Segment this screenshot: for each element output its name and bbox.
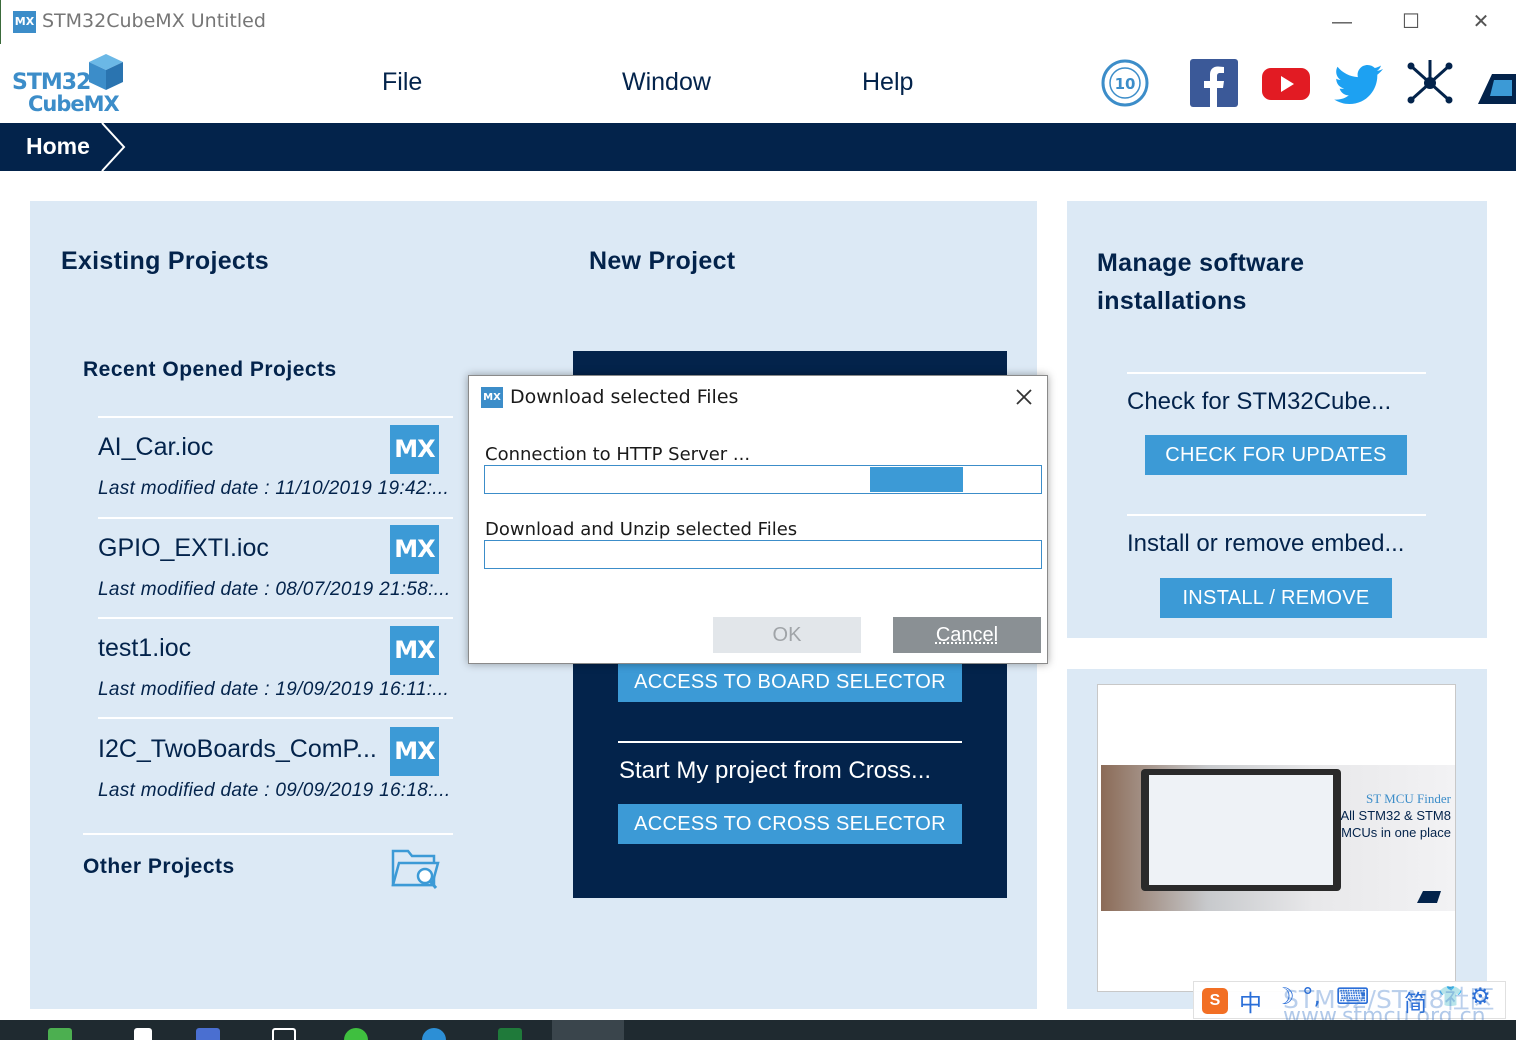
divider [83,833,453,835]
youtube-icon[interactable] [1261,58,1311,108]
divider [98,617,453,619]
ime-language-icon[interactable]: 中 [1239,984,1262,1018]
twitter-icon[interactable] [1333,58,1383,108]
download-dialog: MX Download selected Files Connection to… [468,375,1048,664]
access-board-selector-button[interactable]: ACCESS TO BOARD SELECTOR [618,662,962,702]
recent-project-date: Last modified date : 09/09/2019 16:18:..… [98,780,451,801]
laptop-screen [1149,775,1333,885]
menu-window[interactable]: Window [622,68,711,97]
dialog-close-icon[interactable] [1009,382,1039,412]
menu-bar: STM32 CubeMX File Window Help 10 [0,44,1516,123]
menu-file[interactable]: File [382,68,422,97]
mx-project-icon[interactable]: MX [390,727,439,776]
recent-project-name[interactable]: I2C_TwoBoards_ComP... [98,735,377,764]
manage-software-title: Manage software installations [1097,244,1304,320]
cross-selector-text: Start My project from Cross... [619,757,932,784]
ad-line2: MCUs in one place [1341,825,1451,840]
breadcrumb-chevron-icon [101,123,126,171]
laptop-image [1141,769,1341,891]
recent-project-name[interactable]: GPIO_EXTI.ioc [98,534,269,563]
divider [98,416,453,418]
dialog-title: Download selected Files [510,386,739,408]
recent-project-name[interactable]: test1.ioc [98,634,191,663]
home-tab[interactable]: Home [26,133,90,160]
recent-project-date: Last modified date : 19/09/2019 16:11:..… [98,679,450,700]
facebook-icon[interactable] [1189,58,1239,108]
windows-taskbar [0,1020,1516,1040]
taskbar-app-icon[interactable] [196,1028,220,1040]
minimize-button[interactable]: — [1322,8,1362,36]
install-remove-text: Install or remove embed... [1127,530,1405,557]
ad-title: ST MCU Finder [1366,791,1451,806]
taskbar-app-icon[interactable] [48,1028,72,1040]
connection-label: Connection to HTTP Server ... [485,444,751,465]
manage-title-line2: installations [1097,287,1247,315]
breadcrumb-bar: Home [0,123,1516,171]
ad-line1: All STM32 & STM8 [1340,808,1451,823]
divider [618,741,962,743]
dialog-app-icon: MX [481,387,503,408]
recent-project-name[interactable]: AI_Car.ioc [98,433,213,462]
divider [98,717,453,719]
app-icon: MX [13,11,36,33]
network-share-icon[interactable] [1405,58,1455,108]
ok-button[interactable]: OK [713,617,861,653]
divider [98,517,453,519]
menu-help[interactable]: Help [862,68,913,97]
ime-logo-icon[interactable]: S [1202,988,1228,1014]
other-projects-title: Other Projects [83,855,235,878]
window-title: STM32CubeMX Untitled [42,10,266,32]
mcu-finder-image: ST MCU Finder All STM32 & STM8 MCUs in o… [1101,765,1455,911]
cancel-button[interactable]: Cancel [893,617,1041,653]
taskbar-app-icon[interactable] [272,1028,296,1040]
divider [1127,514,1426,516]
maximize-button[interactable]: ☐ [1391,8,1431,36]
svg-text:10: 10 [1115,75,1136,93]
taskbar-app-icon[interactable] [422,1028,446,1040]
taskbar-app-icon[interactable] [498,1028,522,1040]
check-for-updates-button[interactable]: CHECK FOR UPDATES [1145,435,1407,475]
connection-progress-bar [484,465,1042,494]
mcu-finder-ad[interactable]: ST MCU Finder All STM32 & STM8 MCUs in o… [1097,684,1456,992]
st-logo-icon[interactable] [1478,58,1516,108]
check-updates-text: Check for STM32Cube... [1127,388,1392,415]
new-project-title: New Project [589,247,736,275]
recent-project-date: Last modified date : 08/07/2019 21:58:..… [98,579,451,600]
access-cross-selector-button[interactable]: ACCESS TO CROSS SELECTOR [618,804,962,844]
anniversary-10-icon[interactable]: 10 [1100,58,1150,108]
folder-search-icon[interactable] [390,845,440,891]
taskbar-active-app[interactable] [552,1020,624,1040]
download-unzip-label: Download and Unzip selected Files [485,519,798,540]
mx-project-icon[interactable]: MX [390,626,439,675]
download-progress-bar [484,540,1042,569]
existing-projects-title: Existing Projects [61,247,269,275]
progress-indicator [870,467,963,492]
install-remove-button[interactable]: INSTALL / REMOVE [1160,578,1392,618]
title-bar: MX STM32CubeMX Untitled — ☐ ✕ [0,0,1516,44]
recent-project-date: Last modified date : 11/10/2019 19:42:..… [98,478,450,499]
ad-subtitle: All STM32 & STM8 MCUs in one place [1340,807,1451,841]
st-mini-logo-icon [1417,891,1441,903]
divider [1127,372,1426,374]
mx-project-icon[interactable]: MX [390,525,439,574]
taskbar-app-icon[interactable] [344,1028,368,1040]
close-button[interactable]: ✕ [1461,8,1501,36]
cube-icon [89,54,123,90]
manage-title-line1: Manage software [1097,249,1305,277]
logo-line2: CubeMX [28,92,120,116]
mx-project-icon[interactable]: MX [390,425,439,474]
stm32cubemx-logo: STM32 CubeMX [12,50,132,118]
taskbar-app-icon[interactable] [134,1028,152,1040]
recent-projects-title: Recent Opened Projects [83,358,337,381]
